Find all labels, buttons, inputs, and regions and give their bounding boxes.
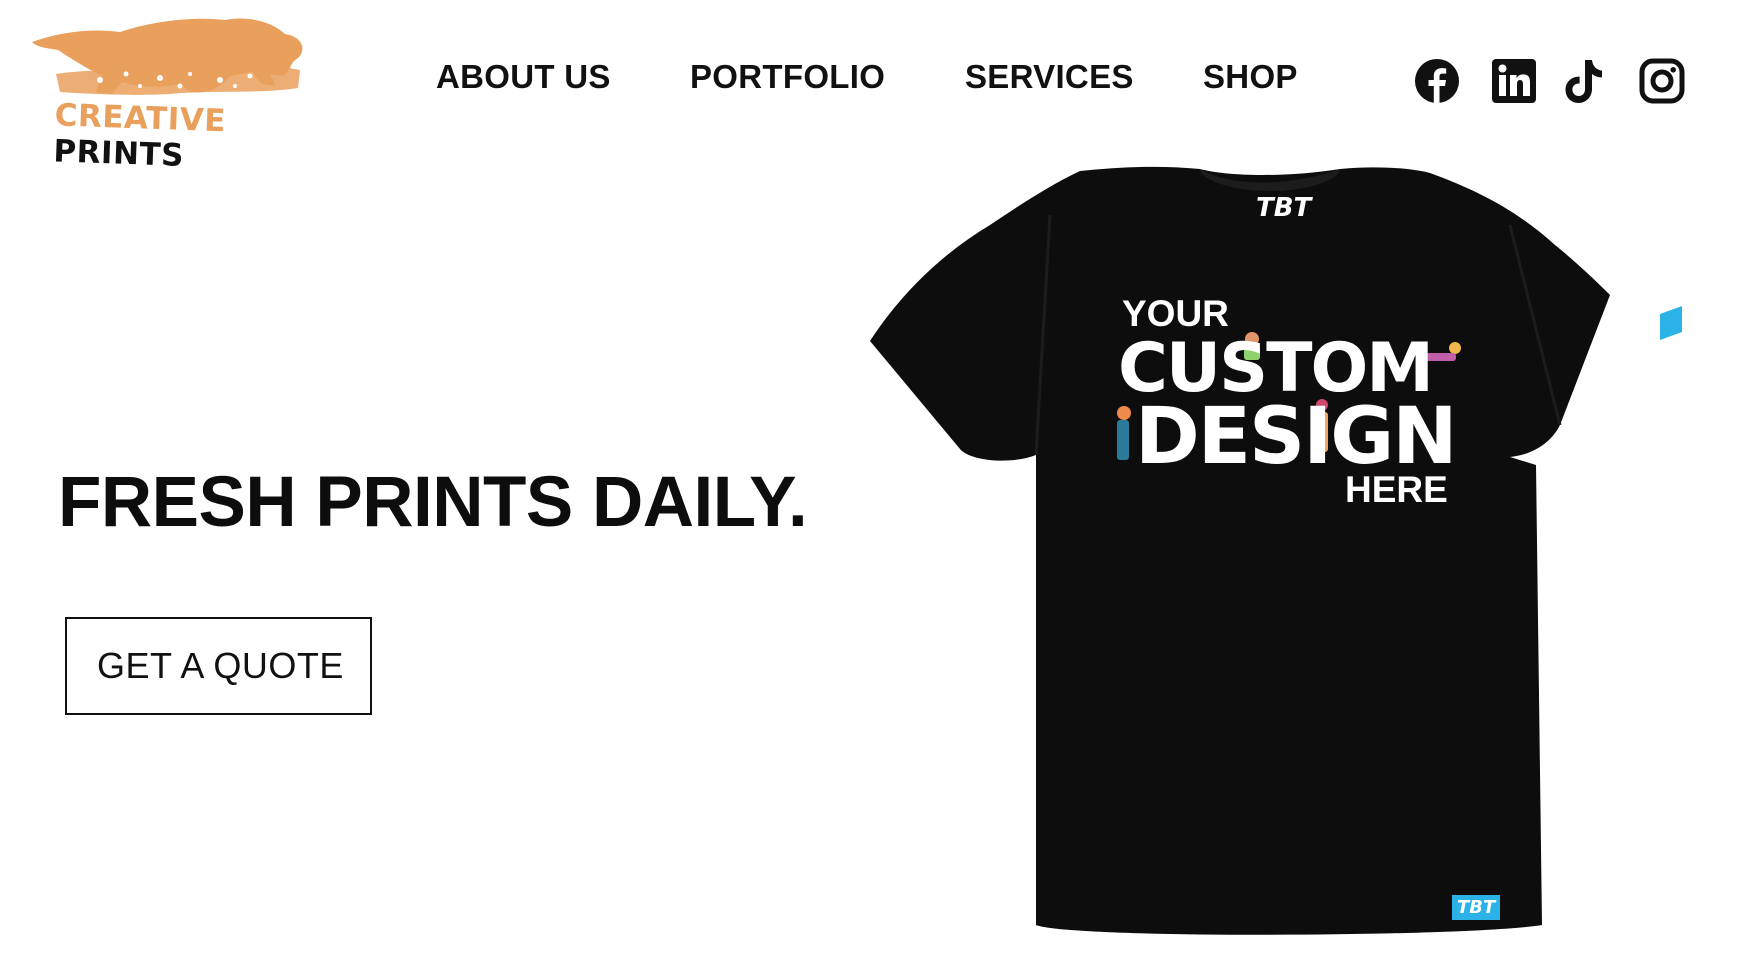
get-a-quote-button[interactable]: GET A QUOTE [65,617,372,715]
hero-headline: FRESH PRINTS DAILY. [58,463,808,542]
logo-word-prints: PRINTS [52,133,185,174]
facebook-icon[interactable] [1414,58,1460,104]
nav-portfolio[interactable]: PORTFOLIO [690,58,885,96]
tiktok-icon[interactable] [1563,58,1605,104]
logo-word-creative: CREATIVE [54,97,227,140]
page: CREATIVE PRINTS ABOUT US PORTFOLIO SERVI… [0,0,1750,972]
design-text-here: HERE [1345,469,1448,510]
tee-brand-logo: TBT [1256,193,1312,223]
tee-hem-tag: TBT [1452,895,1501,920]
logo[interactable]: CREATIVE PRINTS [30,14,320,174]
nav-about-us[interactable]: ABOUT US [436,58,611,96]
nav-services[interactable]: SERVICES [965,58,1134,96]
tshirt-shape [870,166,1610,935]
linkedin-icon[interactable] [1491,58,1537,104]
tshirt-image: TBT YOUR CUSTOM DESIGN HERE TBT [870,165,1690,945]
nav-shop[interactable]: SHOP [1203,58,1298,96]
instagram-icon[interactable] [1639,58,1685,104]
